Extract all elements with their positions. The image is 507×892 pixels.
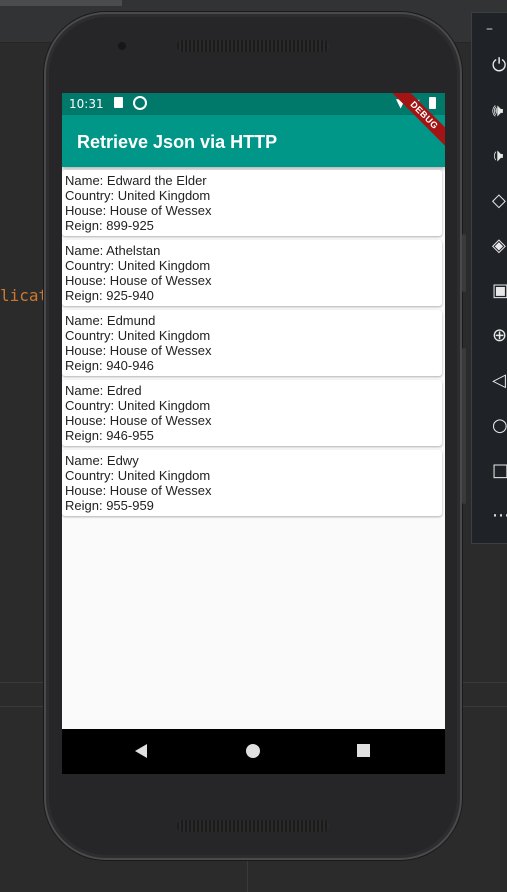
king-country: Country: United Kingdom	[65, 398, 211, 413]
zoom-icon[interactable]: ⊕	[472, 317, 507, 353]
camera-lens	[118, 42, 126, 50]
divider	[247, 858, 248, 892]
rotate-left-icon[interactable]: ◇	[472, 182, 507, 218]
bottom-speaker	[177, 820, 329, 832]
emulator-controls: – ⏻ 🕪 🕩 ◇ ◈ ▣ ⊕ ◁ ○ □ ⋯	[471, 12, 507, 544]
volume-up-icon[interactable]: 🕪	[472, 92, 507, 128]
king-name: Name: Athelstan	[65, 243, 161, 258]
nav-home-icon[interactable]	[246, 744, 260, 758]
camera-icon[interactable]: ▣	[472, 272, 507, 308]
king-house: House: House of Wessex	[65, 343, 212, 358]
king-card: Name: Edred Country: United Kingdom House:…	[62, 380, 442, 446]
kings-list: Name: Edward the Elder Country: United Ki…	[62, 170, 445, 520]
phone-frame: 10:31 ▼ ◢ Retrieve Json via HTTP DEBUG N…	[44, 12, 466, 860]
king-country: Country: United Kingdom	[65, 468, 211, 483]
king-reign: Reign: 899-925	[65, 218, 154, 233]
nav-recents-icon[interactable]	[357, 744, 370, 757]
battery-icon	[429, 97, 436, 109]
king-name: Name: Edred	[65, 383, 142, 398]
king-country: Country: United Kingdom	[65, 188, 211, 203]
app-bar: Retrieve Json via HTTP	[62, 115, 445, 167]
home-icon[interactable]: ○	[472, 407, 507, 443]
rotate-right-icon[interactable]: ◈	[472, 227, 507, 263]
ide-tab[interactable]	[0, 0, 122, 6]
status-time: 10:31	[69, 97, 104, 111]
minimize-icon[interactable]: –	[486, 21, 493, 37]
king-house: House: House of Wessex	[65, 203, 212, 218]
king-reign: Reign: 946-955	[65, 428, 154, 443]
king-card: Name: Edmund Country: United Kingdom House…	[62, 310, 442, 376]
volume-key	[462, 348, 466, 504]
app-title: Retrieve Json via HTTP	[77, 132, 278, 152]
back-icon[interactable]: ◁	[472, 362, 507, 398]
king-card: Name: Edwy Country: United Kingdom House: …	[62, 450, 442, 516]
king-name: Name: Edmund	[65, 313, 156, 328]
status-bar: 10:31 ▼ ◢	[62, 93, 445, 115]
king-name: Name: Edwy	[65, 453, 139, 468]
top-speaker	[177, 40, 329, 52]
king-country: Country: United Kingdom	[65, 258, 211, 273]
king-house: House: House of Wessex	[65, 483, 212, 498]
king-house: House: House of Wessex	[65, 413, 212, 428]
king-house: House: House of Wessex	[65, 273, 212, 288]
sd-card-icon	[114, 97, 123, 108]
navigation-bar	[62, 729, 445, 774]
king-reign: Reign: 940-946	[65, 358, 154, 373]
power-icon[interactable]: ⏻	[472, 47, 507, 83]
power-key	[462, 234, 466, 292]
device-screen: 10:31 ▼ ◢ Retrieve Json via HTTP DEBUG N…	[62, 93, 445, 774]
king-reign: Reign: 955-959	[65, 498, 154, 513]
overview-icon[interactable]: □	[472, 452, 507, 488]
nav-back-icon[interactable]	[135, 744, 147, 758]
king-card: Name: Athelstan Country: United Kingdom Ho…	[62, 240, 442, 306]
king-card: Name: Edward the Elder Country: United Ki…	[62, 170, 442, 236]
volume-down-icon[interactable]: 🕩	[472, 137, 507, 173]
code-fragment: licat	[0, 286, 49, 305]
sync-icon	[133, 96, 147, 110]
more-icon[interactable]: ⋯	[472, 497, 507, 533]
king-reign: Reign: 925-940	[65, 288, 154, 303]
king-country: Country: United Kingdom	[65, 328, 211, 343]
king-name: Name: Edward the Elder	[65, 173, 207, 188]
